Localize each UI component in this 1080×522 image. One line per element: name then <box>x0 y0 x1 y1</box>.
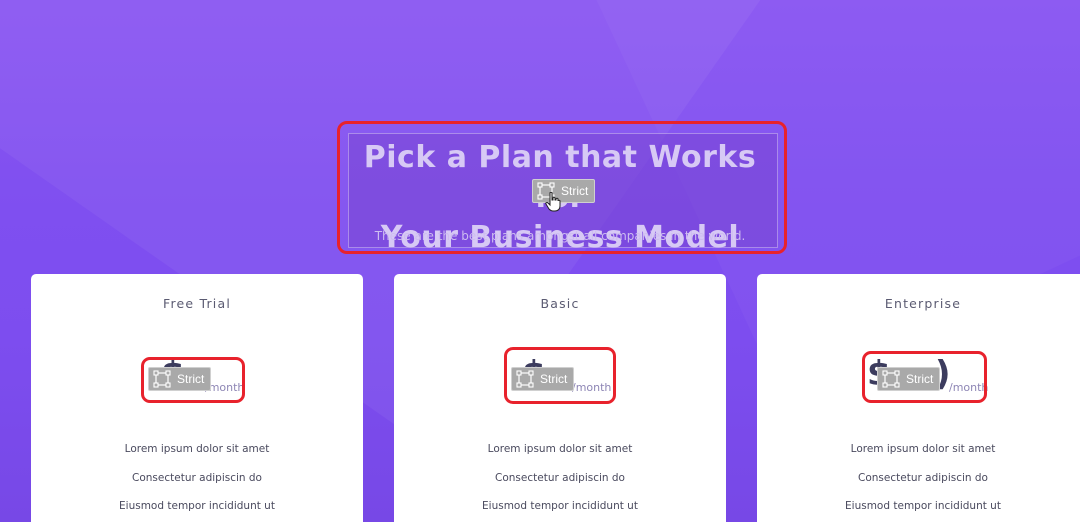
plan-feature: Consectetur adipiscin do <box>495 471 625 484</box>
plan-card-basic[interactable]: Basic $ /month Strict Lorem ipsum dolor … <box>394 274 726 522</box>
plan-name: Free Trial <box>162 296 232 311</box>
strict-badge[interactable]: Strict <box>877 367 941 391</box>
plan-feature: Lorem ipsum dolor sit amet <box>487 443 633 455</box>
plan-name: Enterprise <box>884 296 962 311</box>
transform-selection-icon <box>516 370 534 388</box>
plan-features: Lorem ipsum dolor sit amet Consectetur a… <box>757 442 1080 522</box>
plan-card-free-trial[interactable]: Free Trial $ /month Strict Lorem ipsum d… <box>31 274 363 522</box>
plan-name: Basic <box>540 296 580 311</box>
plan-features: Lorem ipsum dolor sit amet Consectetur a… <box>394 442 726 522</box>
hero-subtitle: These are the best plans amongst all com… <box>374 229 746 243</box>
strict-badge-label: Strict <box>177 372 205 386</box>
strict-badge[interactable]: Strict <box>532 179 596 203</box>
plan-features: Lorem ipsum dolor sit amet Consectetur a… <box>31 442 363 522</box>
plan-card-enterprise[interactable]: Enterprise $ ) /month Strict Lorem ipsum… <box>757 274 1080 522</box>
plan-feature: Consectetur adipiscin do <box>858 471 988 484</box>
strict-badge[interactable]: Strict <box>511 367 575 391</box>
plan-feature: Eiusmod tempor incididunt ut <box>482 500 638 512</box>
plan-feature: Lorem ipsum dolor sit amet <box>124 443 270 455</box>
plan-feature: Lorem ipsum dolor sit amet <box>850 443 996 455</box>
strict-badge-label: Strict <box>561 184 589 198</box>
strict-badge[interactable]: Strict <box>148 367 212 391</box>
transform-selection-icon <box>882 370 900 388</box>
transform-selection-icon <box>153 370 171 388</box>
strict-badge-label: Strict <box>540 372 568 386</box>
plan-feature: Eiusmod tempor incididunt ut <box>119 500 275 512</box>
plan-feature: Eiusmod tempor incididunt ut <box>845 500 1001 512</box>
strict-badge-label: Strict <box>906 372 934 386</box>
hand-pointer-cursor-icon <box>545 192 561 212</box>
plan-feature: Consectetur adipiscin do <box>132 471 262 484</box>
